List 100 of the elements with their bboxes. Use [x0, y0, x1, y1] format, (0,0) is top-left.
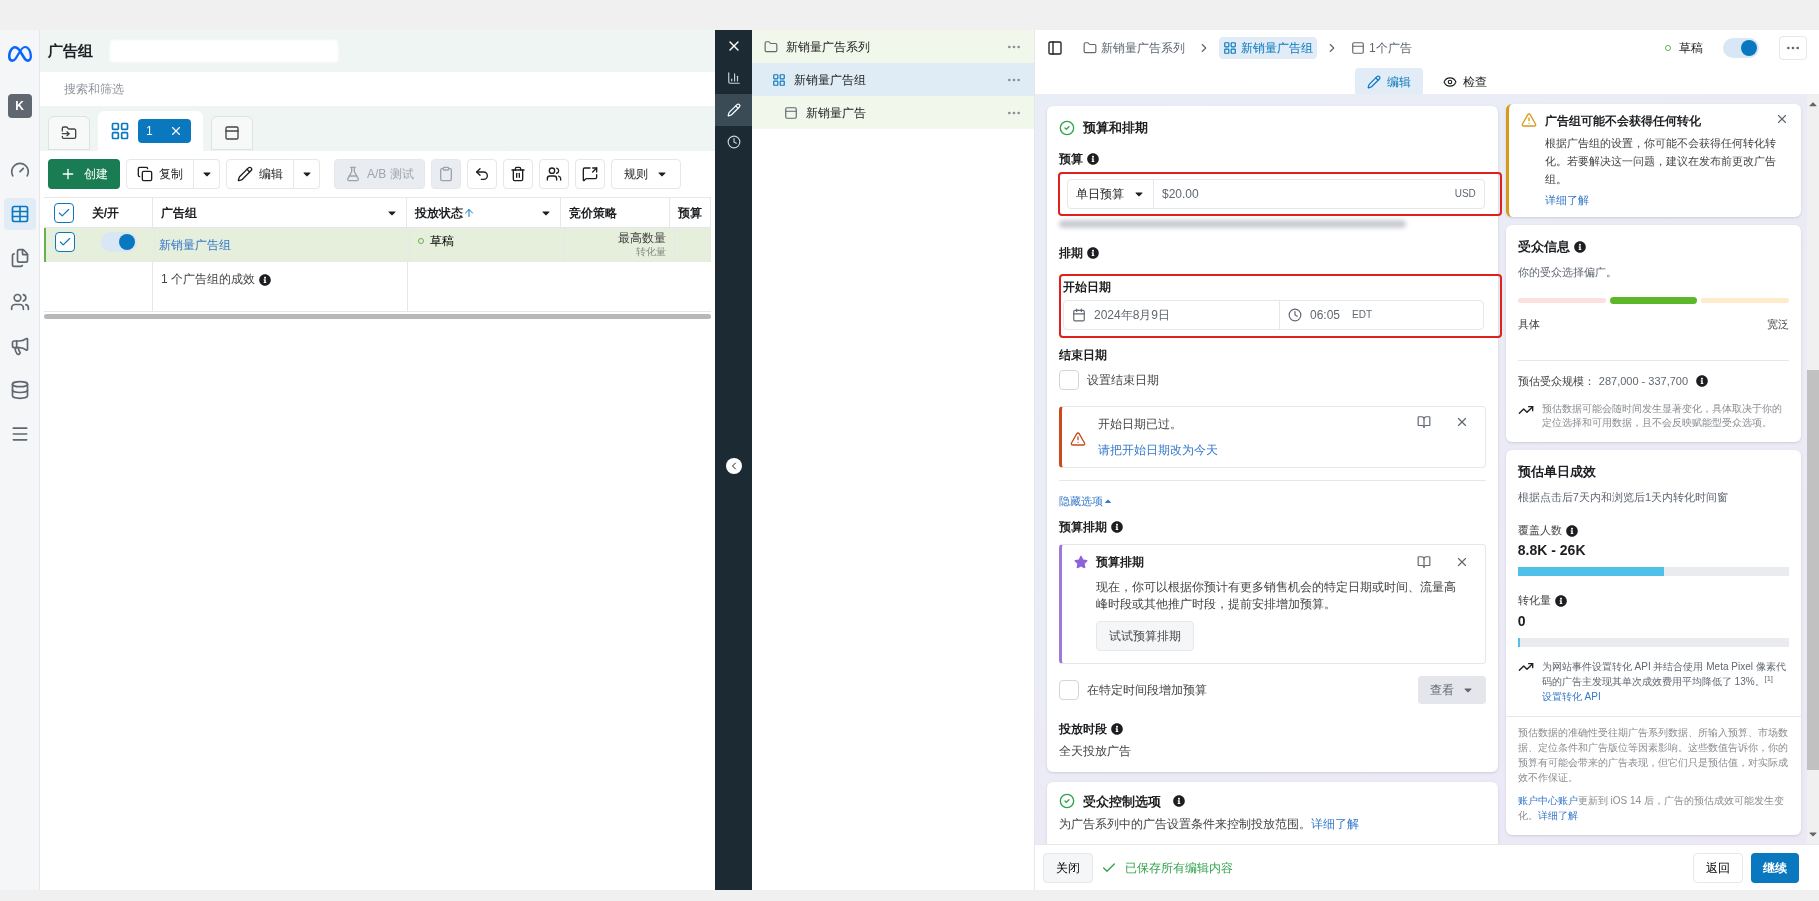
close-icon[interactable] — [1775, 112, 1789, 126]
warning-title: 广告组可能不会获得任何转化 — [1544, 113, 1702, 130]
column-header[interactable]: 竞价策略 — [560, 198, 670, 227]
pages-icon — [9, 248, 30, 268]
learn-more-link[interactable]: 详细了解 — [1537, 809, 1578, 821]
field-label: 排期 — [1059, 245, 1083, 260]
column-header[interactable]: 投放状态 — [406, 198, 561, 227]
breadcrumb-item[interactable]: 1个广告 — [1347, 37, 1416, 59]
meter-label: 宽泛 — [1767, 316, 1789, 332]
flask-icon — [345, 166, 361, 182]
field-value: 全天投放广告 — [1059, 743, 1131, 758]
check-circle-icon — [1059, 793, 1075, 810]
toggle-switch[interactable] — [1723, 38, 1759, 58]
field-label: 开始日期 — [1063, 279, 1111, 294]
clipboard-icon — [437, 166, 454, 182]
note-text: 预估数据可能会随时间发生显著变化，具体取决于你的定位选择和可用数据，且不会反映赋能型受众选项。 — [1541, 401, 1783, 430]
toolbar-button[interactable]: 编辑 — [226, 159, 294, 189]
toolbar-icon-button[interactable] — [574, 159, 605, 189]
back-button[interactable]: 返回 — [1693, 852, 1743, 883]
collapse-button[interactable] — [725, 458, 742, 474]
info-icon — [1173, 795, 1185, 808]
strip-item[interactable] — [715, 94, 752, 126]
grid-icon — [772, 72, 786, 87]
tip-text: 为网站事件设置转化 API 并结合使用 Meta Pixel 像素代码的广告主发现其单次成效费用平均降低了 13%。$^{[1]}$ 设置转化 API — [1541, 659, 1787, 704]
tree-item[interactable]: 新销量广告 — [752, 96, 1034, 129]
info-icon — [1554, 595, 1567, 608]
window-icon — [1351, 41, 1365, 55]
metric-value: 8.8K - 26K — [1517, 541, 1587, 560]
table-icon — [9, 204, 30, 224]
info-icon — [1087, 247, 1099, 260]
checkbox[interactable] — [53, 202, 74, 223]
tree-item[interactable]: 新销量广告系列 — [752, 30, 1034, 63]
info-icon — [1111, 521, 1123, 534]
field-label: 结束日期 — [1059, 347, 1107, 362]
view-dropdown[interactable]: 查看 — [1417, 675, 1486, 704]
section-title: 预算和排期 — [1083, 119, 1148, 137]
close-button[interactable]: 关闭 — [1043, 852, 1093, 883]
eye-icon — [1443, 75, 1457, 89]
selection-chip[interactable]: 1 — [138, 119, 191, 143]
checkbox-label: 设置结束日期 — [1087, 371, 1159, 389]
column-header[interactable]: 广告组 — [153, 198, 407, 227]
breadcrumb-item[interactable]: 新销量广告系列 — [1079, 37, 1189, 59]
window-icon — [223, 125, 240, 141]
learn-more-link[interactable]: 详细了解 — [1311, 817, 1359, 831]
horizontal-scrollbar[interactable] — [44, 314, 711, 319]
create-button[interactable]: 创建 — [48, 159, 120, 189]
checkbox[interactable] — [55, 232, 75, 252]
view-tab[interactable] — [210, 116, 253, 150]
disclaimer-text: 预估数据的准确性受往期广告系列数据、所输入预算、市场数据、定位条件和广告版位等因素影响。这些数值告诉你，你的预算有可能会带来的广告表现，但它们只是预估值，对实际成效不作保证。 — [1517, 725, 1789, 785]
tree-item[interactable]: 新销量广告组 — [752, 63, 1034, 96]
check-circle-icon — [1059, 119, 1075, 136]
book-icon[interactable] — [1416, 414, 1431, 429]
column-header[interactable]: 关/开 — [83, 198, 154, 227]
selection-count: 1 — [146, 123, 153, 140]
window-icon — [784, 105, 798, 120]
section-title: 受众控制选项 — [1083, 792, 1161, 811]
size-label: 预估受众规模： — [1517, 374, 1595, 389]
panel-icon[interactable] — [1047, 40, 1063, 56]
toolbar-icon-button[interactable] — [466, 159, 497, 189]
toggle-switch[interactable] — [101, 232, 137, 252]
alert-link[interactable]: 请把开始日期改为今天 — [1098, 440, 1409, 459]
undo-icon — [473, 166, 490, 182]
search-field[interactable]: 搜索和筛选 — [40, 72, 715, 106]
setup-link[interactable]: 设置转化 API — [1541, 690, 1601, 702]
nav-rail-item[interactable] — [3, 198, 36, 230]
breadcrumb-item[interactable]: 新销量广告组 — [1219, 37, 1317, 59]
pencil-icon — [237, 166, 253, 182]
table-row[interactable]: 新销量广告组 草稿 最高数量 转化量 — [44, 228, 711, 262]
editor-tab[interactable]: 检查 — [1431, 68, 1499, 96]
try-button[interactable]: 试试预算排期 — [1096, 620, 1194, 651]
continue-button[interactable]: 继续 — [1751, 852, 1799, 883]
dropdown-button[interactable] — [194, 159, 220, 189]
section-description: 为广告系列中的广告设置条件来控制投放范围。详细了解 — [1059, 816, 1360, 833]
card-title: 受众信息 — [1517, 238, 1570, 254]
database-icon — [9, 380, 30, 400]
toolbar-icon-button[interactable] — [538, 159, 569, 189]
status-text: 草稿 — [430, 233, 454, 250]
field-label: 预算 — [1059, 151, 1083, 166]
account-avatar[interactable]: K — [7, 94, 32, 118]
toolbar-icon-button[interactable] — [502, 159, 533, 189]
rules-dropdown[interactable]: 规则 — [610, 159, 681, 189]
toolbar-button[interactable]: 复制 — [126, 159, 194, 189]
warning-icon — [1520, 112, 1537, 128]
view-tab[interactable]: 1 — [98, 111, 203, 151]
sort-icon — [462, 207, 475, 220]
scrollbar-thumb[interactable] — [1807, 370, 1819, 770]
account-center-link[interactable]: 账户中心账户 — [1517, 794, 1578, 806]
hide-options-link[interactable]: 隐藏选项 — [1059, 492, 1113, 509]
column-header[interactable]: 预算 — [670, 198, 711, 227]
checkbox-label: 在特定时间段增加预算 — [1087, 681, 1208, 699]
dropdown-button[interactable] — [294, 159, 320, 189]
learn-more-link[interactable]: 详细了解 — [1520, 192, 1789, 209]
adset-link[interactable]: 新销量广告组 — [159, 236, 231, 254]
promo-title: 预算排期 — [1096, 553, 1145, 571]
book-icon[interactable] — [1416, 554, 1431, 569]
info-icon — [1565, 524, 1578, 537]
people-icon — [9, 292, 30, 312]
view-tab[interactable] — [48, 116, 90, 150]
editor-tab[interactable]: 编辑 — [1355, 68, 1423, 96]
saved-status: 已保存所有编辑内容 — [1125, 859, 1234, 877]
